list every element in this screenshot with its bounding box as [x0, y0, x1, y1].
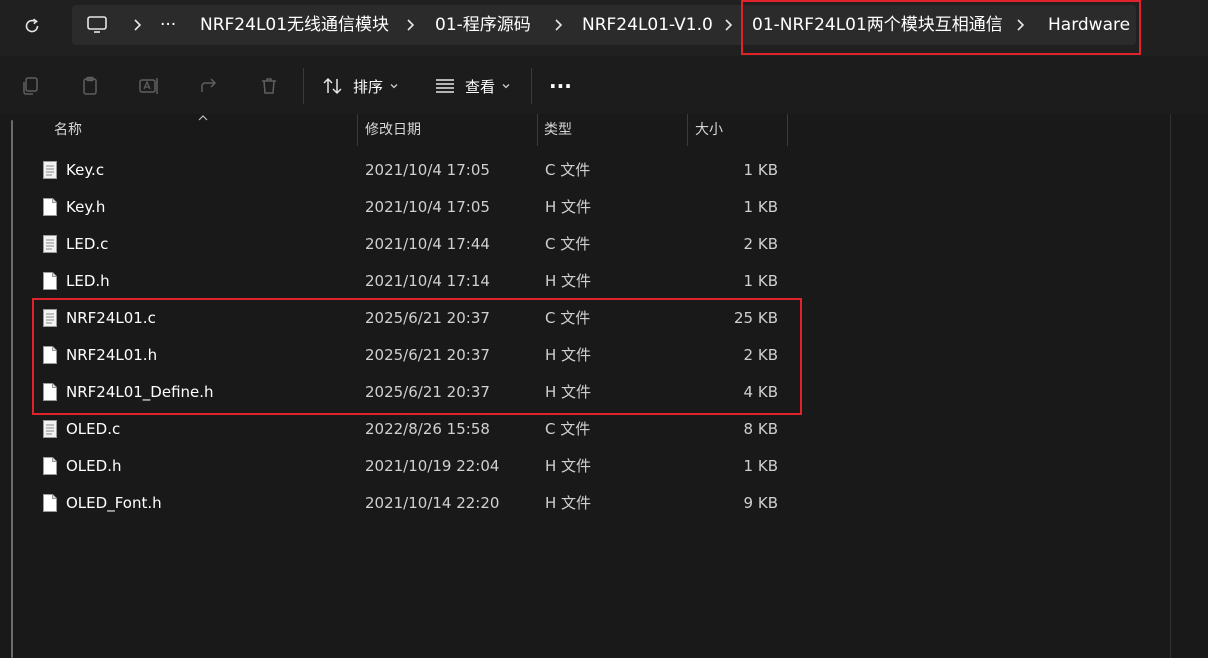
chevron-right-icon — [134, 19, 142, 31]
chevron-right-icon — [555, 19, 563, 31]
column-divider[interactable] — [787, 114, 788, 146]
file-modified: 2021/10/4 17:44 — [365, 235, 490, 253]
paste-icon — [83, 76, 97, 95]
file-row[interactable]: OLED.h 2021/10/19 22:04 H 文件 1 KB — [36, 448, 796, 485]
file-type: C 文件 — [545, 420, 591, 438]
toolbar-divider — [531, 68, 532, 104]
file-type: H 文件 — [545, 494, 592, 512]
column-header-name[interactable]: 名称 — [54, 114, 82, 146]
highlight-box-address — [741, 0, 1141, 55]
view-icon — [436, 79, 454, 93]
file-type: C 文件 — [545, 235, 591, 253]
command-bar: 排序 查看 ··· — [0, 56, 1208, 115]
file-row[interactable]: Key.c 2021/10/4 17:05 C 文件 1 KB — [36, 152, 796, 189]
file-name: LED.h — [66, 272, 110, 290]
share-button[interactable] — [192, 69, 226, 103]
c-source-file-icon — [42, 419, 58, 439]
chevron-right-icon — [407, 19, 415, 31]
toolbar-divider — [303, 68, 304, 104]
column-divider[interactable] — [687, 114, 688, 146]
file-type: C 文件 — [545, 161, 591, 179]
file-size: 2 KB — [743, 235, 778, 253]
refresh-icon — [25, 18, 39, 33]
file-name: OLED.h — [66, 457, 122, 475]
file-size: 1 KB — [743, 161, 778, 179]
address-row: ··· NRF24L01无线通信模块 01-程序源码 NRF24L01-V1.0… — [0, 0, 1208, 56]
paste-button[interactable] — [73, 69, 107, 103]
sort-icon — [323, 77, 342, 95]
header-file-icon — [42, 493, 58, 513]
file-row[interactable]: LED.c 2021/10/4 17:44 C 文件 2 KB — [36, 226, 796, 263]
file-modified: 2021/10/14 22:20 — [365, 494, 500, 512]
share-icon — [201, 78, 217, 92]
file-size: 8 KB — [743, 420, 778, 438]
view-label: 查看 — [465, 77, 496, 96]
delete-button[interactable] — [252, 69, 286, 103]
file-type: H 文件 — [545, 198, 592, 216]
c-source-file-icon — [42, 234, 58, 254]
sort-button[interactable]: 排序 — [322, 70, 399, 102]
file-row[interactable]: LED.h 2021/10/4 17:14 H 文件 1 KB — [36, 263, 796, 300]
file-size: 1 KB — [743, 272, 778, 290]
file-size: 1 KB — [743, 198, 778, 216]
refresh-button[interactable] — [14, 10, 50, 42]
file-name: Key.h — [66, 198, 106, 216]
see-more-button[interactable]: ··· — [549, 70, 572, 102]
details-pane-edge — [1170, 114, 1171, 658]
file-name: OLED.c — [66, 420, 121, 438]
copy-icon — [23, 77, 38, 95]
file-modified: 2021/10/4 17:05 — [365, 198, 490, 216]
header-file-icon — [42, 271, 58, 291]
file-row[interactable]: Key.h 2021/10/4 17:05 H 文件 1 KB — [36, 189, 796, 226]
c-source-file-icon — [42, 160, 58, 180]
column-header-modified[interactable]: 修改日期 — [365, 114, 421, 146]
file-modified: 2021/10/4 17:14 — [365, 272, 490, 290]
highlight-box-nrf-files — [32, 298, 802, 415]
rename-icon — [139, 78, 158, 94]
rename-button[interactable] — [132, 69, 166, 103]
file-name: Key.c — [66, 161, 105, 179]
breadcrumb-item[interactable]: 01-程序源码 — [435, 5, 531, 45]
file-modified: 2022/8/26 15:58 — [365, 420, 490, 438]
column-divider[interactable] — [357, 114, 358, 146]
view-button[interactable]: 查看 — [434, 70, 511, 102]
sort-label: 排序 — [353, 77, 384, 96]
column-header-type[interactable]: 类型 — [544, 114, 572, 146]
chevron-down-icon — [390, 84, 398, 89]
column-divider[interactable] — [537, 114, 538, 146]
file-modified: 2021/10/4 17:05 — [365, 161, 490, 179]
file-size: 1 KB — [743, 457, 778, 475]
sort-ascending-icon — [198, 115, 208, 121]
file-row[interactable]: OLED.c 2022/8/26 15:58 C 文件 8 KB — [36, 411, 796, 448]
header-file-icon — [42, 197, 58, 217]
file-type: H 文件 — [545, 272, 592, 290]
copy-button[interactable] — [13, 69, 47, 103]
computer-icon — [86, 15, 108, 39]
file-name: LED.c — [66, 235, 109, 253]
file-type: H 文件 — [545, 457, 592, 475]
column-header-size[interactable]: 大小 — [695, 114, 723, 146]
header-file-icon — [42, 456, 58, 476]
file-modified: 2021/10/19 22:04 — [365, 457, 500, 475]
breadcrumb-more-button[interactable]: ··· — [160, 5, 176, 45]
chevron-right-icon — [725, 19, 733, 31]
chevron-down-icon — [502, 84, 510, 89]
file-row[interactable]: OLED_Font.h 2021/10/14 22:20 H 文件 9 KB — [36, 485, 796, 522]
trash-icon — [262, 78, 276, 94]
file-name: OLED_Font.h — [66, 494, 162, 512]
breadcrumb-item[interactable]: NRF24L01无线通信模块 — [200, 5, 389, 45]
breadcrumb-item[interactable]: NRF24L01-V1.0 — [582, 5, 713, 45]
navigation-pane-edge[interactable] — [11, 120, 13, 658]
file-size: 9 KB — [743, 494, 778, 512]
